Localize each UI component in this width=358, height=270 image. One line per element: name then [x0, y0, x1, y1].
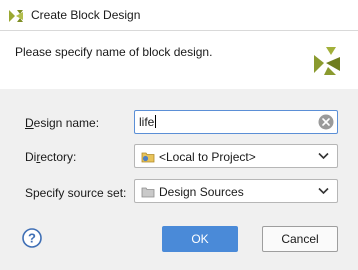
- chevron-down-icon: [318, 187, 329, 195]
- chevron-down-icon: [318, 152, 329, 160]
- design-name-input[interactable]: life: [134, 110, 338, 134]
- folder-icon: [141, 187, 155, 198]
- ok-button[interactable]: OK: [162, 226, 238, 252]
- dialog-header: Please specify name of block design.: [0, 30, 358, 90]
- directory-label: Directory:: [25, 150, 77, 164]
- header-instruction: Please specify name of block design.: [15, 45, 213, 59]
- design-name-value: life: [139, 115, 155, 129]
- source-set-value: Design Sources: [159, 185, 244, 199]
- window-title: Create Block Design: [31, 8, 141, 22]
- help-icon[interactable]: ?: [22, 228, 42, 248]
- source-set-label: Specify source set:: [25, 186, 127, 200]
- block-design-icon: [9, 10, 23, 22]
- local-project-folder-icon: [141, 152, 155, 163]
- dialog-body: Design name: life Directory: <Local to P…: [0, 89, 358, 270]
- directory-value: <Local to Project>: [159, 150, 256, 164]
- directory-combobox[interactable]: <Local to Project>: [134, 144, 338, 168]
- clear-icon[interactable]: [318, 114, 334, 130]
- text-caret: [155, 115, 157, 128]
- vivado-logo-icon: [314, 47, 340, 75]
- design-name-label: Design name:: [25, 116, 100, 130]
- title-bar: Create Block Design: [0, 0, 358, 30]
- source-set-combobox[interactable]: Design Sources: [134, 179, 338, 203]
- cancel-button[interactable]: Cancel: [262, 226, 338, 252]
- svg-text:?: ?: [28, 231, 36, 246]
